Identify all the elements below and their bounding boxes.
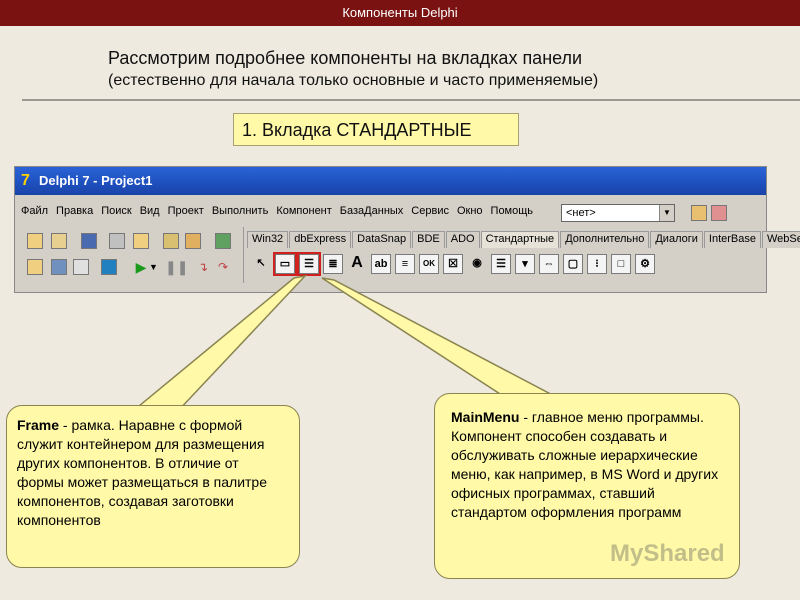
save-icon[interactable] [81,233,97,249]
groupbox-icon[interactable]: ▢ [563,254,583,274]
frame-callout-text: - рамка. Наравне с формой служит контейн… [17,417,267,528]
menu-bar: Файл Правка Поиск Вид Проект Выполнить К… [17,203,537,223]
mainmenu-icon[interactable]: ☰ [297,252,321,276]
scrollbar-icon[interactable]: ⇔ [539,254,559,274]
radiogroup-icon[interactable]: ⁝ [587,254,607,274]
pointer-icon[interactable]: ↖ [251,254,271,274]
save-desktop-icon[interactable] [691,205,707,221]
frame-callout-title: Frame [17,417,60,433]
open-icon[interactable] [51,233,67,249]
component-palette-tabs: Win32 dbExpress DataSnap BDE ADO Стандар… [247,231,800,248]
view-form-icon[interactable] [51,259,67,275]
frame-callout: Frame - рамка. Наравне с формой служит к… [6,405,300,568]
radiobutton-icon[interactable]: ◉ [467,254,487,274]
remove-from-project-icon[interactable] [185,233,201,249]
memo-icon[interactable]: ≡ [395,254,415,274]
panel-icon[interactable]: □ [611,254,631,274]
menu-item[interactable]: Окно [453,203,487,223]
tab-webservices[interactable]: WebSe [761,231,800,248]
combo-value: <нет> [566,207,596,219]
slide-title-bar: Компоненты Delphi [0,0,800,26]
tab-interbase[interactable]: InterBase [703,231,761,248]
run-menu-chevron-icon[interactable]: ▼ [149,259,165,275]
help-icon[interactable] [215,233,231,249]
mainmenu-callout-title: MainMenu [451,409,520,425]
component-combo[interactable]: <нет> ▼ [561,204,675,222]
button-icon[interactable]: OK [419,254,439,274]
tab-bde[interactable]: BDE [412,231,445,248]
slide-title: Компоненты Delphi [342,5,458,20]
trace-into-icon[interactable]: ↴ [195,259,211,275]
mainmenu-callout-text: - главное меню программы. Компонент спос… [451,409,719,520]
heading-line2: (естественно для начала только основные … [108,72,599,89]
step-over-icon[interactable]: ↷ [215,259,231,275]
toolbar-separator [243,227,244,283]
set-debug-desktop-icon[interactable] [711,205,727,221]
menu-item[interactable]: Помощь [487,203,538,223]
window-title: Delphi 7 - Project1 [39,173,153,188]
new-icon[interactable] [27,233,43,249]
delphi-screenshot: 7 Delphi 7 - Project1 Файл Правка Поиск … [14,166,800,293]
tab-additional[interactable]: Дополнительно [560,231,650,248]
add-to-project-icon[interactable] [163,233,179,249]
menu-item[interactable]: Вид [136,203,164,223]
menu-item[interactable]: Выполнить [208,203,272,223]
edit-icon[interactable]: ab [371,254,391,274]
component-palette: ↖ ▭ ☰ ≣ A ab ≡ OK ☒ ◉ ☰ ▾ ⇔ ▢ ⁝ □ ⚙ [251,252,655,280]
pause-icon[interactable]: ❚❚ [165,259,188,275]
heading: Рассмотрим подробнее компоненты на вклад… [108,48,788,90]
tab-standard[interactable]: Стандартные [480,231,560,248]
listbox-icon[interactable]: ☰ [491,254,511,274]
menu-item[interactable]: Компонент [272,203,335,223]
label-icon[interactable]: A [347,254,367,274]
menu-item[interactable]: Файл [17,203,52,223]
checkbox-icon[interactable]: ☒ [443,254,463,274]
menu-item[interactable]: Поиск [97,203,135,223]
divider [22,99,800,101]
chevron-down-icon[interactable]: ▼ [659,205,674,221]
delphi-logo-icon: 7 [21,172,30,189]
window-titlebar: 7 Delphi 7 - Project1 [15,167,766,195]
watermark: MyShared [610,540,725,567]
save-all-icon[interactable] [109,233,125,249]
actionlist-icon[interactable]: ⚙ [635,254,655,274]
menu-item[interactable]: БазаДанных [336,203,408,223]
view-unit-icon[interactable] [27,259,43,275]
frame-icon[interactable]: ▭ [273,252,297,276]
tab-win32[interactable]: Win32 [247,231,289,248]
popupmenu-icon[interactable]: ≣ [323,254,343,274]
tab-dbexpress[interactable]: dbExpress [289,231,352,248]
combobox-icon[interactable]: ▾ [515,254,535,274]
tab-ado[interactable]: ADO [445,231,480,248]
new-form-icon[interactable] [101,259,117,275]
tab-dialogs[interactable]: Диалоги [650,231,703,248]
tab-datasnap[interactable]: DataSnap [352,231,412,248]
menu-item[interactable]: Правка [52,203,97,223]
tab-title-box: 1. Вкладка СТАНДАРТНЫЕ [233,113,519,146]
menu-item[interactable]: Сервис [407,203,453,223]
menu-item[interactable]: Проект [164,203,208,223]
open-project-icon[interactable] [133,233,149,249]
toggle-form-unit-icon[interactable] [73,259,89,275]
run-icon[interactable]: ▶ [133,259,149,275]
heading-line1: Рассмотрим подробнее компоненты на вклад… [108,48,583,68]
